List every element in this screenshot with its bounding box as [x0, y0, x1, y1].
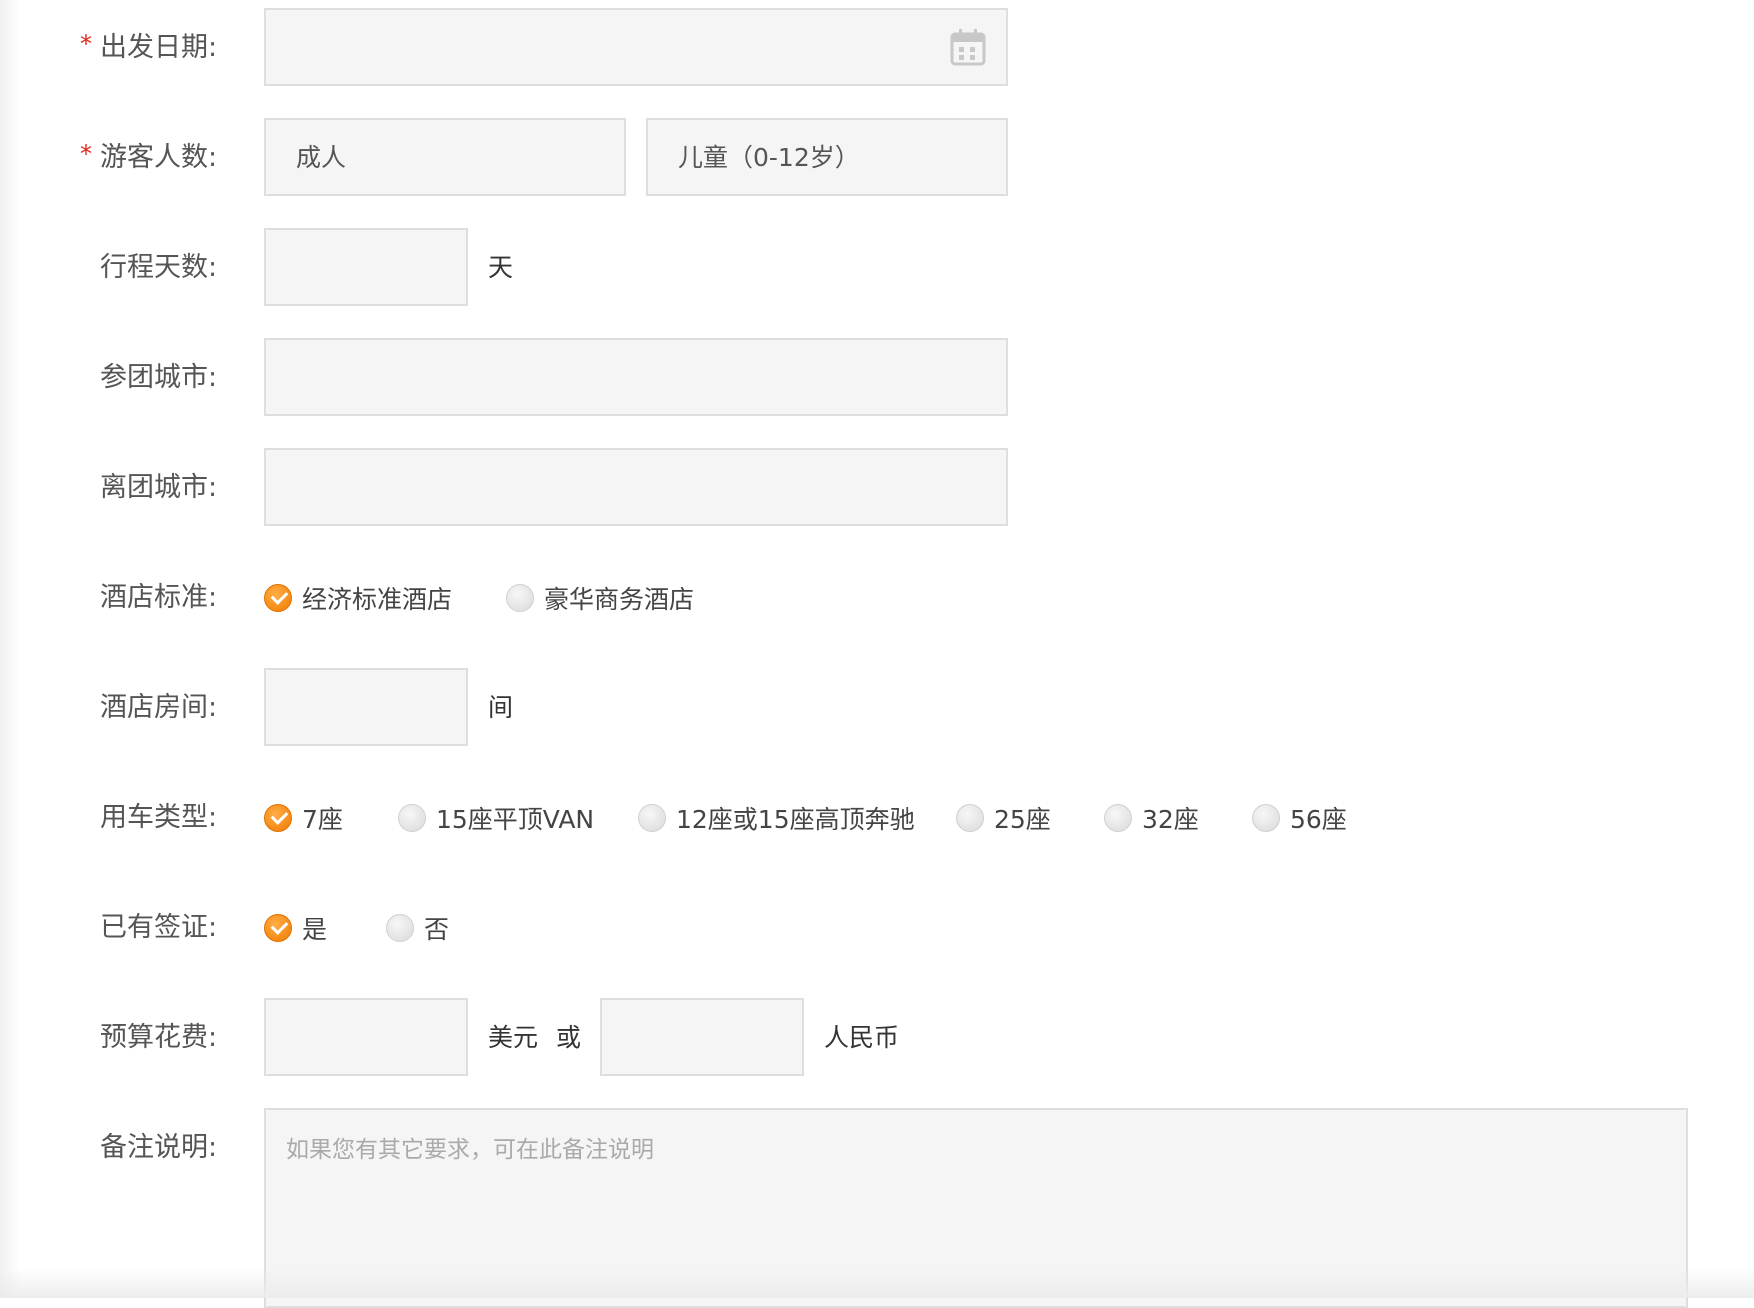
- required-mark: *: [80, 30, 92, 58]
- vehicle-option-benz[interactable]: 12座或15座高顶奔驰: [638, 778, 915, 858]
- hotel-rooms-label: 酒店房间:: [100, 692, 218, 723]
- visa-label: 已有签证:: [100, 912, 218, 943]
- row-hotel-rooms: 酒店房间: 间: [0, 668, 1754, 748]
- trip-days-label: 行程天数:: [100, 252, 218, 283]
- budget-rmb-unit: 人民币: [824, 1023, 900, 1052]
- vehicle-option-56[interactable]: 56座: [1252, 778, 1347, 858]
- row-travelers: * 游客人数:: [0, 118, 1754, 198]
- hotel-standard-label: 酒店标准:: [100, 582, 218, 613]
- radio-unchecked-icon[interactable]: [386, 914, 414, 942]
- radio-checked-icon[interactable]: [264, 804, 292, 832]
- remarks-textarea[interactable]: [264, 1108, 1688, 1308]
- visa-option-yes[interactable]: 是: [264, 888, 327, 968]
- radio-unchecked-icon[interactable]: [638, 804, 666, 832]
- vehicle-option-32[interactable]: 32座: [1104, 778, 1199, 858]
- row-budget: 预算花费: 美元 或 人民币: [0, 998, 1754, 1078]
- travelers-label: * 游客人数:: [60, 118, 232, 198]
- vehicle-option-15-van[interactable]: 15座平顶VAN: [398, 778, 594, 858]
- join-city-label: 参团城市:: [100, 362, 218, 393]
- visa-option-no[interactable]: 否: [386, 888, 449, 968]
- row-trip-days: 行程天数: 天: [0, 228, 1754, 308]
- calendar-icon[interactable]: [950, 28, 986, 66]
- budget-rmb-input[interactable]: [600, 998, 804, 1076]
- radio-unchecked-icon[interactable]: [956, 804, 984, 832]
- row-leave-city: 离团城市:: [0, 448, 1754, 528]
- vehicle-option-7[interactable]: 7座: [264, 778, 343, 858]
- budget-label: 预算花费:: [100, 1022, 218, 1053]
- remarks-label: 备注说明:: [100, 1132, 218, 1163]
- hotel-option-luxury[interactable]: 豪华商务酒店: [506, 558, 694, 638]
- child-count-input[interactable]: [646, 118, 1008, 196]
- radio-checked-icon[interactable]: [264, 914, 292, 942]
- required-mark: *: [80, 140, 92, 168]
- row-remarks: 备注说明:: [0, 1108, 1754, 1308]
- hotel-rooms-input[interactable]: [264, 668, 468, 746]
- vehicle-option-25[interactable]: 25座: [956, 778, 1051, 858]
- budget-usd-unit: 美元: [488, 1023, 539, 1052]
- row-hotel-standard: 酒店标准: 经济标准酒店 豪华商务酒店: [0, 558, 1754, 638]
- radio-unchecked-icon[interactable]: [506, 584, 534, 612]
- hotel-option-economy[interactable]: 经济标准酒店: [264, 558, 452, 638]
- radio-unchecked-icon[interactable]: [1252, 804, 1280, 832]
- budget-usd-input[interactable]: [264, 998, 468, 1076]
- trip-days-unit: 天: [488, 253, 514, 282]
- departure-date-label: * 出发日期:: [60, 8, 232, 88]
- vehicle-type-label: 用车类型:: [100, 802, 218, 833]
- row-join-city: 参团城市:: [0, 338, 1754, 418]
- row-departure-date: * 出发日期:: [0, 8, 1754, 88]
- adult-count-input[interactable]: [264, 118, 626, 196]
- leave-city-label: 离团城市:: [100, 472, 218, 503]
- radio-checked-icon[interactable]: [264, 584, 292, 612]
- radio-unchecked-icon[interactable]: [398, 804, 426, 832]
- row-vehicle-type: 用车类型: 7座 15座平顶VAN 12座或15座高顶奔驰 25座 32座 56…: [0, 778, 1754, 858]
- leave-city-input[interactable]: [264, 448, 1008, 526]
- join-city-input[interactable]: [264, 338, 1008, 416]
- radio-unchecked-icon[interactable]: [1104, 804, 1132, 832]
- hotel-rooms-unit: 间: [488, 693, 514, 722]
- trip-days-input[interactable]: [264, 228, 468, 306]
- departure-date-input[interactable]: [264, 8, 1008, 86]
- row-visa: 已有签证: 是 否: [0, 888, 1754, 968]
- budget-or-text: 或: [556, 1023, 582, 1052]
